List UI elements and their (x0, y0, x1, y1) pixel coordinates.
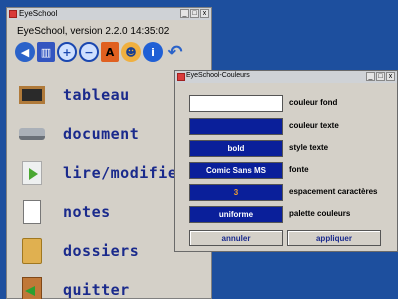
dialog-title-bar[interactable]: EyeSchool-Couleurs _ □ x (175, 71, 397, 83)
color-palette-button[interactable]: uniforme (189, 206, 283, 223)
main-window-controls: _ □ x (180, 9, 209, 18)
main-window-title: EyeSchool (19, 9, 58, 18)
info-icon[interactable]: i (143, 42, 163, 62)
scanner-icon (17, 120, 47, 148)
text-color-label: couleur texte (289, 121, 339, 130)
menu-item-label: quitter (63, 281, 130, 299)
user-icon[interactable]: ☻ (121, 42, 141, 62)
menu-item-label: dossiers (63, 242, 140, 260)
dialog-app-icon (177, 73, 185, 81)
text-style-row: bold style texte (189, 140, 395, 158)
background-color-row: couleur fond (189, 95, 395, 113)
colors-dialog: EyeSchool-Couleurs _ □ x couleur fond co… (174, 70, 398, 252)
minimize-button[interactable]: _ (180, 9, 189, 18)
dialog-window-controls: _ □ x (366, 72, 395, 81)
color-palette-row: uniforme palette couleurs (189, 206, 395, 224)
app-icon (9, 10, 17, 18)
menu-item-label: lire/modifie (63, 164, 178, 182)
main-title-bar[interactable]: EyeSchool _ □ x (7, 8, 211, 20)
color-palette-label: palette couleurs (289, 209, 351, 218)
menu-item-label: document (63, 125, 140, 143)
zoom-in-icon[interactable]: + (57, 42, 77, 62)
zoom-out-icon[interactable]: − (79, 42, 99, 62)
background-color-swatch[interactable] (189, 95, 283, 112)
folder-icon (17, 237, 47, 265)
menu-item-label: notes (63, 203, 111, 221)
letter-spacing-label: espacement caractères (289, 187, 378, 196)
dialog-close-button[interactable]: x (386, 72, 395, 81)
text-color-row: couleur texte (189, 118, 395, 136)
dialog-title: EyeSchool-Couleurs (186, 72, 250, 79)
text-color-swatch[interactable] (189, 118, 283, 135)
menu-item-label: tableau (63, 86, 130, 104)
dialog-maximize-button[interactable]: □ (376, 72, 385, 81)
font-label: fonte (289, 165, 309, 174)
dialog-minimize-button[interactable]: _ (366, 72, 375, 81)
background-color-label: couleur fond (289, 98, 338, 107)
cancel-button[interactable]: annuler (189, 230, 283, 246)
letter-spacing-button[interactable]: 3 (189, 184, 283, 201)
text-style-label: style texte (289, 143, 329, 152)
book-icon[interactable]: ▥ (37, 42, 55, 62)
font-icon[interactable]: A (101, 42, 119, 62)
text-style-button[interactable]: bold (189, 140, 283, 157)
blackboard-icon (17, 81, 47, 109)
exit-door-icon (17, 276, 47, 299)
font-row: Comic Sans MS fonte (189, 162, 395, 180)
apply-button[interactable]: appliquer (287, 230, 381, 246)
toolbar: ◀ ▥ + − A ☻ i ↶ (15, 41, 185, 63)
version-label: EyeSchool, version 2.2.0 14:35:02 (17, 26, 170, 37)
letter-spacing-row: 3 espacement caractères (189, 184, 395, 202)
close-button[interactable]: x (200, 9, 209, 18)
menu-item-quitter[interactable]: quitter (17, 275, 212, 299)
font-button[interactable]: Comic Sans MS (189, 162, 283, 179)
notes-icon (17, 198, 47, 226)
maximize-button[interactable]: □ (190, 9, 199, 18)
speaker-icon[interactable]: ◀ (15, 42, 35, 62)
undo-icon[interactable]: ↶ (165, 42, 185, 63)
play-document-icon (17, 159, 47, 187)
